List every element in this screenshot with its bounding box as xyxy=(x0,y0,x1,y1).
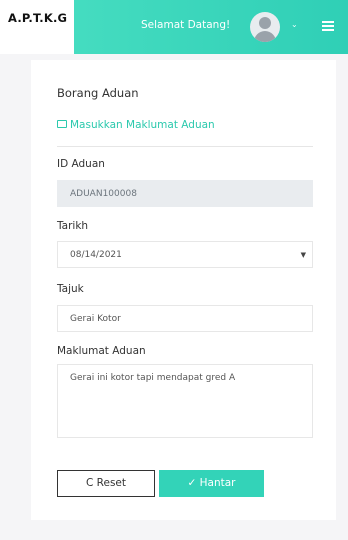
date-label: Tarikh xyxy=(57,220,89,232)
menu-line xyxy=(322,25,334,27)
menu-icon[interactable] xyxy=(322,21,334,31)
brand-text[interactable]: A.P.T.K.G xyxy=(8,11,67,25)
user-avatar[interactable] xyxy=(250,12,280,42)
date-value: 08/14/2021 xyxy=(70,250,122,260)
chevron-down-icon: ▼ xyxy=(300,251,306,259)
chevron-down-icon[interactable]: ⌄ xyxy=(291,20,298,29)
form-subtitle: Masukkan Maklumat Aduan xyxy=(57,119,215,131)
submit-button[interactable]: ✓ Hantar xyxy=(159,470,264,497)
form-title: Borang Aduan xyxy=(57,86,139,100)
avatar-head-icon xyxy=(259,17,271,29)
subject-input[interactable]: Gerai Kotor xyxy=(57,305,313,332)
id-label: ID Aduan xyxy=(57,158,105,170)
divider xyxy=(57,146,313,147)
top-bar: A.P.T.K.G Selamat Datang! ⌄ xyxy=(0,0,348,54)
details-label: Maklumat Aduan xyxy=(57,345,146,357)
reset-button[interactable]: C Reset xyxy=(57,470,155,497)
form-subtitle-text: Masukkan Maklumat Aduan xyxy=(70,119,215,131)
brand[interactable]: A.P.T.K.G xyxy=(0,0,74,54)
message-icon xyxy=(57,120,67,128)
details-textarea[interactable]: Gerai ini kotor tapi mendapat gred A xyxy=(57,364,313,438)
date-select[interactable]: 08/14/2021 ▼ xyxy=(57,241,313,268)
menu-line xyxy=(322,29,334,31)
avatar-body-icon xyxy=(254,31,276,42)
welcome-text: Selamat Datang! xyxy=(141,19,231,31)
id-field: ADUAN100008 xyxy=(57,180,313,207)
menu-line xyxy=(322,21,334,23)
subject-label: Tajuk xyxy=(57,283,84,295)
